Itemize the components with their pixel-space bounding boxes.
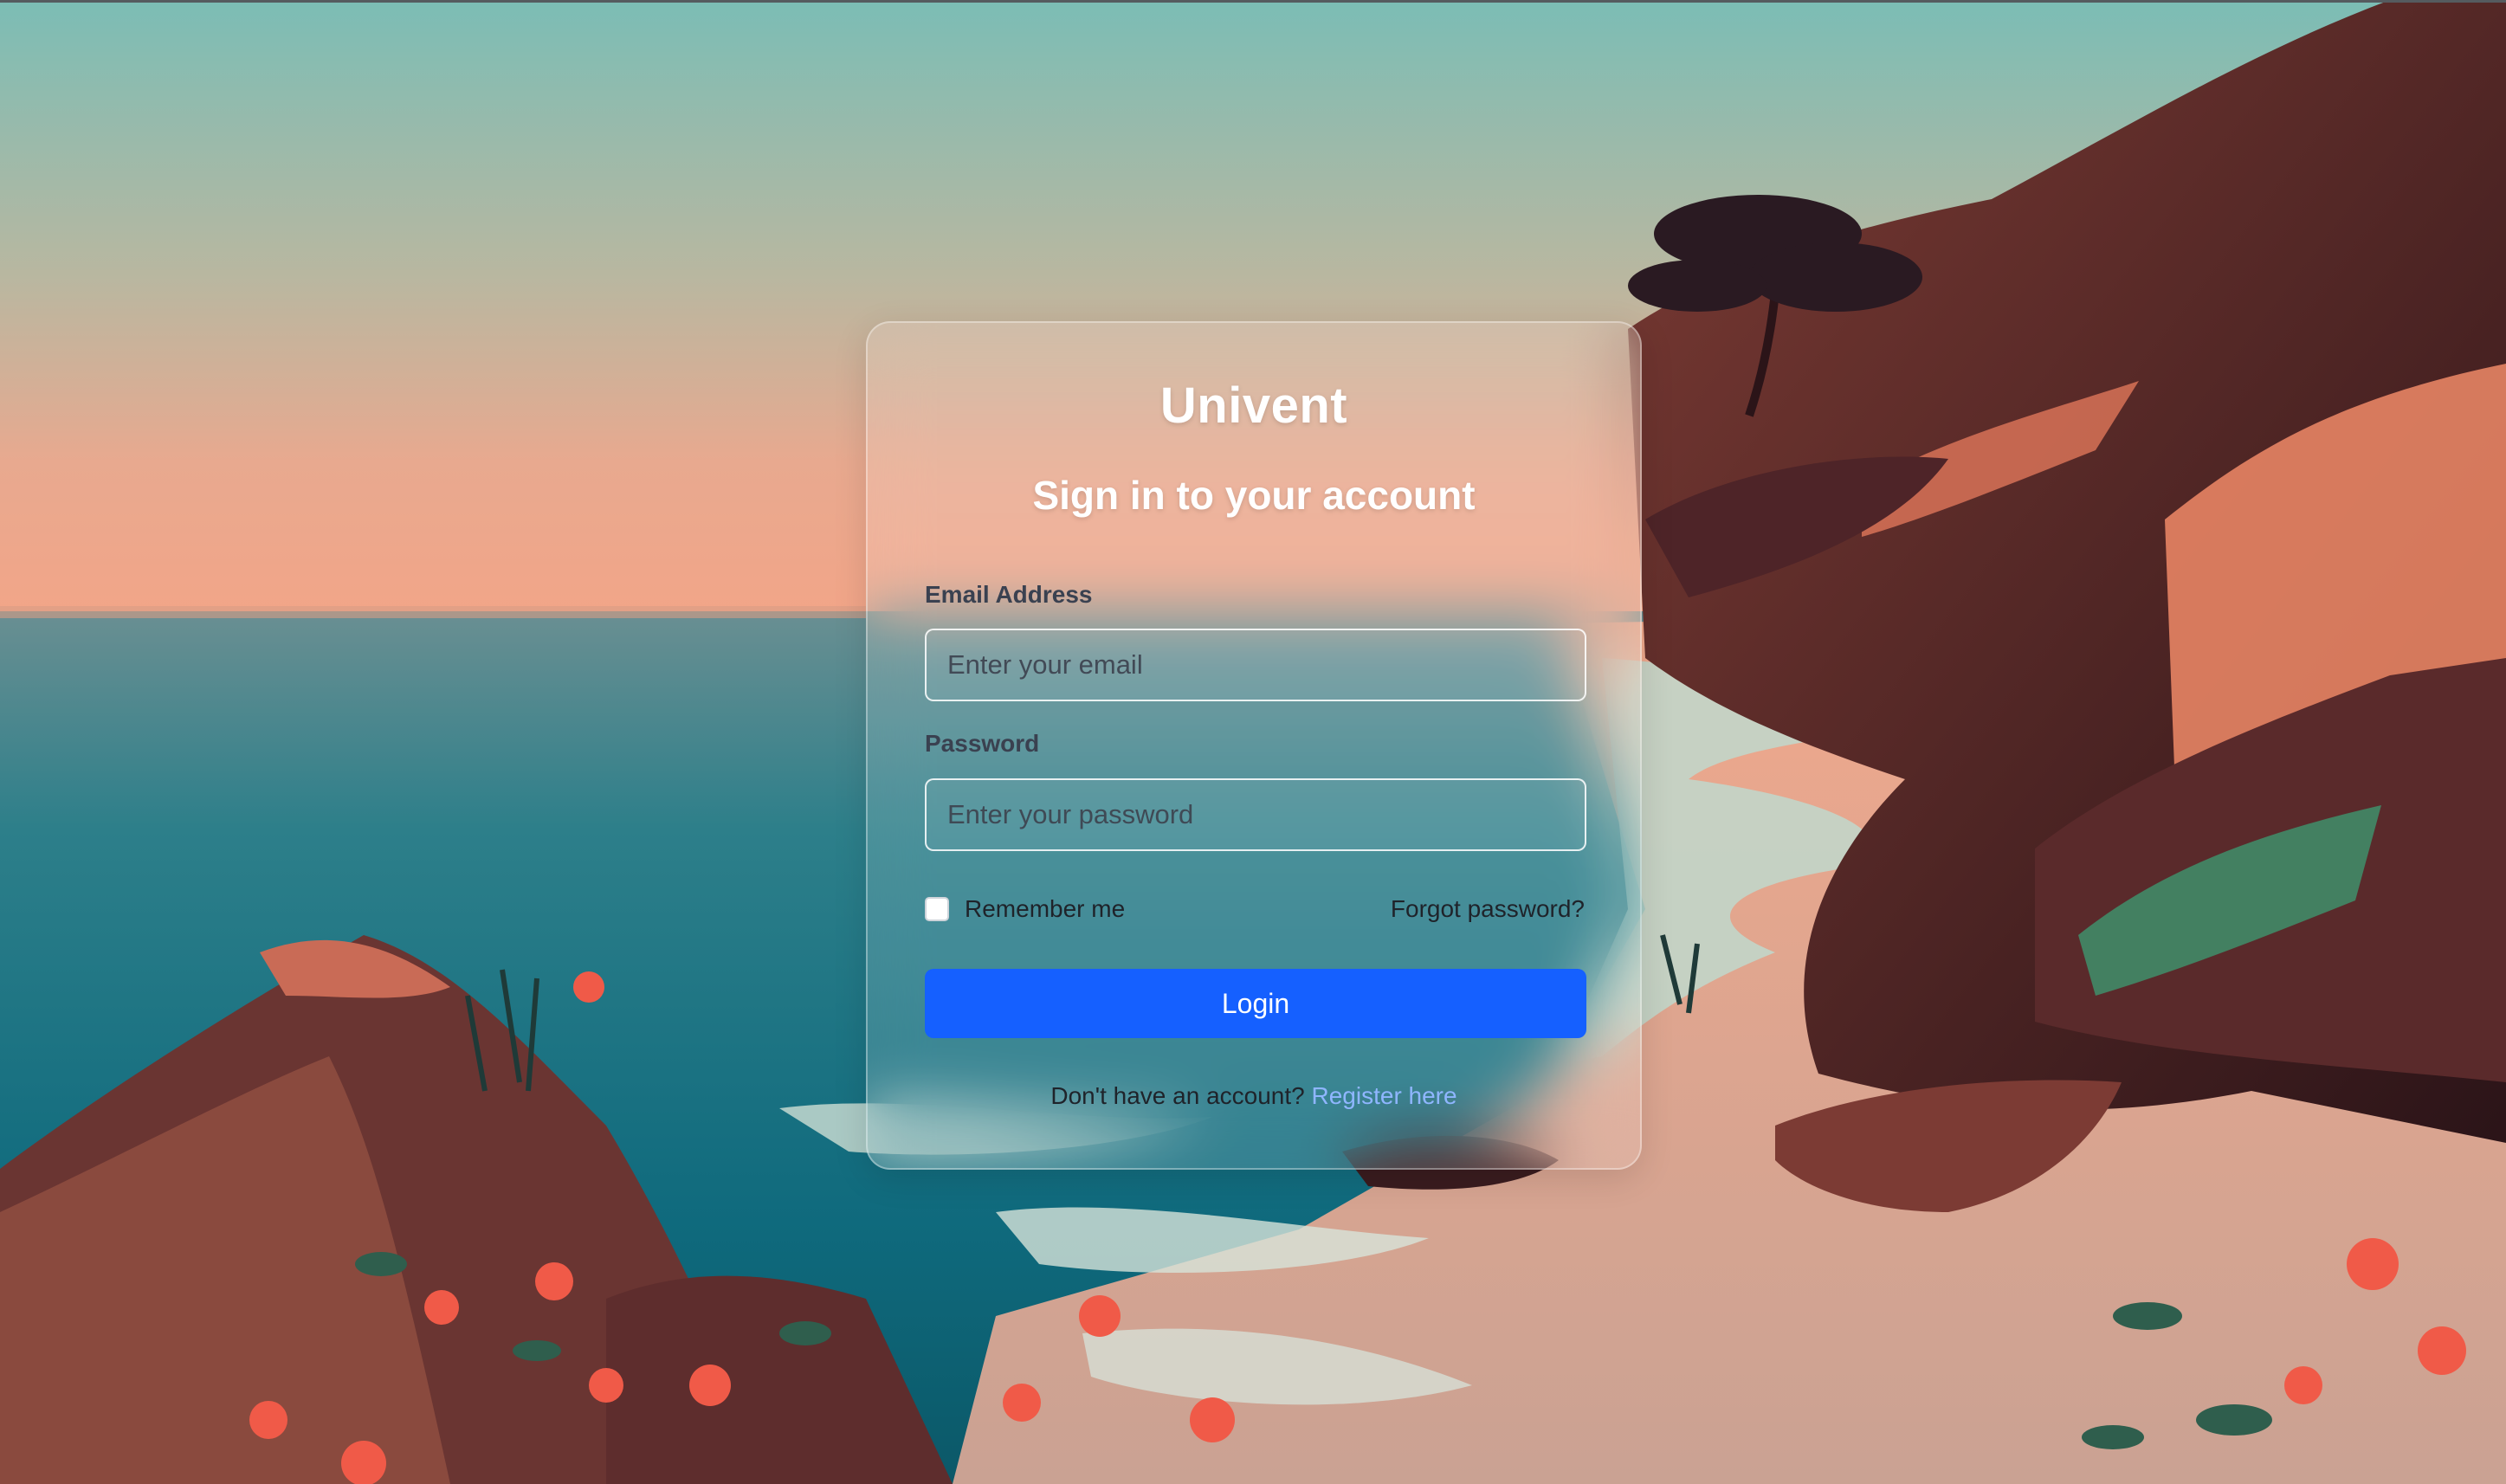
remember-me-toggle[interactable]: Remember me <box>925 895 1125 923</box>
login-card: Univent Sign in to your account Email Ad… <box>866 321 1642 1170</box>
top-border <box>0 0 2506 3</box>
remember-me-checkbox[interactable] <box>925 897 949 921</box>
remember-me-label: Remember me <box>965 895 1126 922</box>
password-label: Password <box>925 730 1040 757</box>
login-button[interactable]: Login <box>925 969 1586 1038</box>
brand-title: Univent <box>1159 377 1348 434</box>
email-input[interactable] <box>925 629 1586 701</box>
login-page: Univent Sign in to your account Email Ad… <box>0 0 2506 1484</box>
email-label: Email Address <box>925 581 1093 608</box>
register-link[interactable]: Register here <box>1312 1082 1457 1109</box>
register-prompt-row: Don't have an account? Register here <box>868 1082 1640 1110</box>
password-input[interactable] <box>925 778 1586 851</box>
forgot-password-link[interactable]: Forgot password? <box>1391 895 1585 923</box>
register-prompt-text: Don't have an account? <box>1050 1082 1312 1109</box>
page-subtitle: Sign in to your account <box>1032 473 1476 518</box>
